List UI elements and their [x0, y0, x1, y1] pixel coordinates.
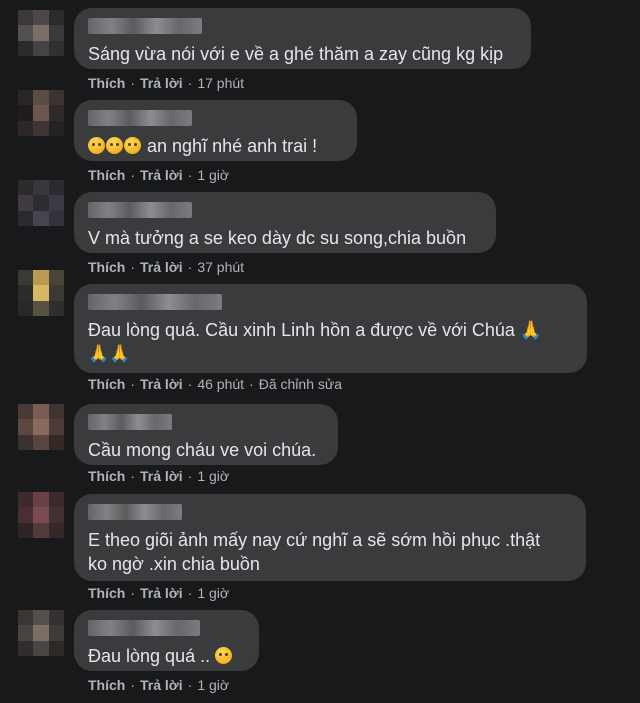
sad-face-emoji	[124, 137, 141, 154]
comment-bubble: an nghĩ nhé anh trai !	[74, 100, 357, 161]
author-name[interactable]	[88, 202, 192, 218]
comment-bubble: Đau lòng quá ..	[74, 610, 259, 671]
reply-link[interactable]: Trả lời	[140, 468, 183, 484]
edited-label[interactable]: Đã chỉnh sửa	[259, 376, 342, 392]
comment-text-line: ko ngờ .xin chia buồn	[88, 554, 260, 574]
avatar[interactable]	[18, 10, 64, 56]
reply-link[interactable]: Trả lời	[140, 75, 183, 91]
like-link[interactable]: Thích	[88, 376, 125, 392]
timestamp[interactable]: 1 giờ	[197, 167, 229, 183]
author-name[interactable]	[88, 18, 202, 34]
author-name[interactable]	[88, 504, 182, 520]
comment-text: Cầu mong cháu ve voi chúa.	[88, 440, 317, 460]
author-name[interactable]	[88, 414, 172, 430]
timestamp[interactable]: 1 giờ	[197, 677, 229, 693]
timestamp[interactable]: 46 phút	[197, 376, 244, 392]
author-name[interactable]	[88, 110, 192, 126]
reply-link[interactable]: Trả lời	[140, 376, 183, 392]
timestamp[interactable]: 17 phút	[197, 75, 244, 91]
comment-text-line: Đau lòng quá. Cầu xinh Linh hồn a được v…	[88, 320, 543, 340]
comment-text: Đau lòng quá. Cầu xinh Linh hồn a được v…	[88, 318, 573, 366]
comment-text: Sáng vừa nói với e về a ghé thăm a zay c…	[88, 44, 504, 64]
comment-text: E theo giõi ảnh mấy nay cứ nghĩ a sẽ sớm…	[88, 528, 572, 576]
like-link[interactable]: Thích	[88, 677, 125, 693]
avatar[interactable]	[18, 610, 64, 656]
like-link[interactable]: Thích	[88, 167, 125, 183]
comment-text: an nghĩ nhé anh trai !	[147, 136, 318, 156]
author-name[interactable]	[88, 294, 222, 310]
comment-bubble: Sáng vừa nói với e về a ghé thăm a zay c…	[74, 8, 531, 69]
sad-face-emoji	[215, 647, 233, 664]
comment-text: Đau lòng quá ..	[88, 646, 211, 666]
comment-actions: Thích · Trả lời · 17 phút	[88, 75, 245, 91]
comment-actions: Thích · Trả lời · 1 giờ	[88, 677, 230, 693]
sad-face-emoji	[88, 137, 105, 154]
author-name[interactable]	[88, 620, 200, 636]
like-link[interactable]: Thích	[88, 468, 125, 484]
sad-face-emoji	[106, 137, 123, 154]
comment-text: V mà tưởng a se keo dày dc su song,chia …	[88, 228, 467, 248]
like-link[interactable]: Thích	[88, 585, 125, 601]
comment-text-line: E theo giõi ảnh mấy nay cứ nghĩ a sẽ sớm…	[88, 530, 541, 550]
comment-bubble: Cầu mong cháu ve voi chúa.	[74, 404, 338, 465]
timestamp[interactable]: 37 phút	[197, 259, 244, 275]
comment-actions: Thích · Trả lời · 1 giờ	[88, 585, 230, 601]
comment-text-line: 🙏🙏	[88, 344, 131, 363]
timestamp[interactable]: 1 giờ	[197, 468, 229, 484]
comment-actions: Thích · Trả lời · 37 phút	[88, 259, 245, 275]
avatar[interactable]	[18, 404, 64, 450]
avatar[interactable]	[18, 492, 64, 538]
reply-link[interactable]: Trả lời	[140, 585, 183, 601]
avatar[interactable]	[18, 180, 64, 226]
like-link[interactable]: Thích	[88, 75, 125, 91]
reply-link[interactable]: Trả lời	[140, 677, 183, 693]
reply-link[interactable]: Trả lời	[140, 167, 183, 183]
timestamp[interactable]: 1 giờ	[197, 585, 229, 601]
comment-bubble: Đau lòng quá. Cầu xinh Linh hồn a được v…	[74, 284, 587, 373]
like-link[interactable]: Thích	[88, 259, 125, 275]
avatar[interactable]	[18, 90, 64, 136]
comment-actions: Thích · Trả lời · 1 giờ	[88, 167, 230, 183]
comment-actions: Thích · Trả lời · 46 phút · Đã chỉnh sửa	[88, 376, 343, 392]
avatar[interactable]	[18, 270, 64, 316]
comment-actions: Thích · Trả lời · 1 giờ	[88, 468, 230, 484]
reply-link[interactable]: Trả lời	[140, 259, 183, 275]
comment-bubble: V mà tưởng a se keo dày dc su song,chia …	[74, 192, 496, 253]
comment-bubble: E theo giõi ảnh mấy nay cứ nghĩ a sẽ sớm…	[74, 494, 586, 581]
